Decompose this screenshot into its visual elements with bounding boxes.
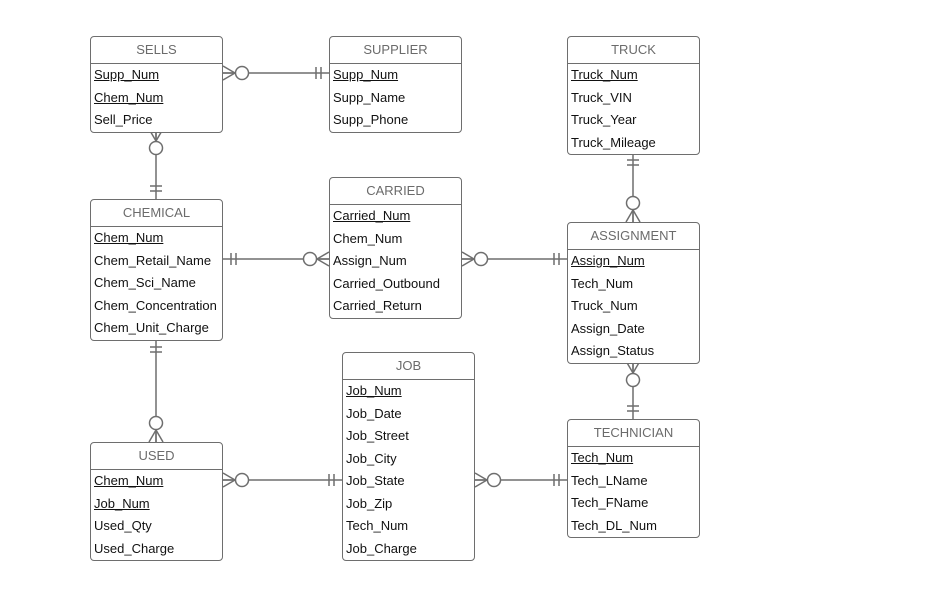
entity-job[interactable]: JOB Job_Num Job_Date Job_Street Job_City Job_… (342, 352, 475, 561)
primary-key-attribute: Supp_Num (94, 67, 160, 82)
attribute: Chem_Num (333, 230, 403, 246)
entity-used[interactable]: USED Chem_Num Job_Num Used_Qty Used_Charge (90, 442, 223, 561)
attribute: Chem_Sci_Name (94, 275, 196, 290)
crowfoot-marker (461, 258, 475, 267)
entity-technician[interactable]: TECHNICIAN Tech_Num Tech_LName Tech_FName Te… (567, 419, 700, 538)
attribute: Carried_Return (333, 298, 422, 313)
attribute: Used_Qty (94, 518, 152, 533)
zero-marker (302, 251, 318, 267)
attribute: Job_Date (346, 405, 402, 421)
entity-carried[interactable]: CARRIED Carried_Num Chem_Num Assign_Num Carr… (329, 177, 462, 319)
attribute: Chem_Concentration (94, 297, 217, 313)
attribute: Assign_Num (333, 253, 407, 268)
crowfoot-marker (316, 251, 330, 260)
zero-marker (148, 415, 164, 431)
attribute: Truck_Mileage (571, 134, 656, 150)
primary-key-attribute: Carried_Num (333, 208, 411, 223)
entity-title: JOB (343, 353, 474, 380)
attribute: Sell_Price (94, 112, 153, 127)
attribute: Tech_DL_Num (571, 517, 657, 533)
attribute: Job_Street (346, 428, 409, 443)
attribute: Chem_Retail_Name (94, 252, 212, 268)
crowfoot-marker (155, 429, 164, 443)
zero-marker (625, 195, 641, 211)
crowfoot-marker (625, 209, 634, 223)
attribute: Tech_Num (571, 275, 634, 291)
zero-marker (625, 372, 641, 388)
entity-title: TECHNICIAN (568, 420, 699, 447)
primary-key-attribute: Supp_Num (333, 67, 399, 82)
attribute: Tech_LName (571, 472, 648, 488)
primary-key-attribute: Job_Num (94, 495, 150, 511)
entity-title: SUPPLIER (330, 37, 461, 64)
crowfoot-marker (461, 251, 475, 260)
crowfoot-marker (222, 472, 236, 481)
crowfoot-marker (474, 479, 488, 488)
attribute: Job_State (346, 473, 405, 488)
zero-marker (234, 65, 250, 81)
entity-supplier[interactable]: SUPPLIER Supp_Num Supp_Name Supp_Phone (329, 36, 462, 133)
attribute: Job_Charge (346, 540, 417, 556)
zero-marker (486, 472, 502, 488)
attribute: Used_Charge (94, 540, 175, 556)
primary-key-attribute: Chem_Num (94, 230, 164, 245)
entity-assignment[interactable]: ASSIGNMENT Assign_Num Tech_Num Truck_Num Ass… (567, 222, 700, 364)
attribute: Job_City (346, 450, 397, 466)
attribute: Assign_Date (571, 320, 645, 336)
primary-key-attribute: Truck_Num (571, 67, 638, 82)
attribute: Assign_Status (571, 343, 655, 358)
attribute: Truck_VIN (571, 89, 632, 105)
attribute: Job_Zip (346, 495, 393, 511)
crowfoot-marker (148, 429, 157, 443)
entity-sells[interactable]: SELLS Supp_Num Chem_Num Sell_Price (90, 36, 223, 133)
entity-title: CARRIED (330, 178, 461, 205)
attribute: Truck_Num (571, 298, 638, 313)
crowfoot-marker (222, 72, 236, 81)
attribute: Tech_FName (571, 495, 649, 510)
crowfoot-marker (222, 65, 236, 74)
entity-title: SELLS (91, 37, 222, 64)
entity-truck[interactable]: TRUCK Truck_Num Truck_VIN Truck_Year Truck_M… (567, 36, 700, 155)
zero-marker (473, 251, 489, 267)
attribute: Truck_Year (571, 112, 637, 127)
crowfoot-marker (316, 258, 330, 267)
entity-title: CHEMICAL (91, 200, 222, 227)
entity-title: TRUCK (568, 37, 699, 64)
attribute: Supp_Phone (333, 112, 409, 127)
crowfoot-marker (222, 479, 236, 488)
primary-key-attribute: Chem_Num (94, 473, 164, 488)
attribute: Chem_Unit_Charge (94, 320, 209, 335)
primary-key-attribute: Chem_Num (94, 89, 164, 105)
zero-marker (234, 472, 250, 488)
entity-title: ASSIGNMENT (568, 223, 699, 250)
crowfoot-marker (474, 472, 488, 481)
attribute: Supp_Name (333, 89, 406, 105)
primary-key-attribute: Assign_Num (571, 253, 645, 268)
crowfoot-marker (632, 209, 641, 223)
attribute: Carried_Outbound (333, 275, 440, 291)
primary-key-attribute: Tech_Num (571, 450, 634, 465)
entity-chemical[interactable]: CHEMICAL Chem_Num Chem_Retail_Name Chem_Sci… (90, 199, 223, 341)
primary-key-attribute: Job_Num (346, 383, 402, 398)
entity-title: USED (91, 443, 222, 470)
attribute: Tech_Num (346, 518, 409, 533)
zero-marker (148, 140, 164, 156)
